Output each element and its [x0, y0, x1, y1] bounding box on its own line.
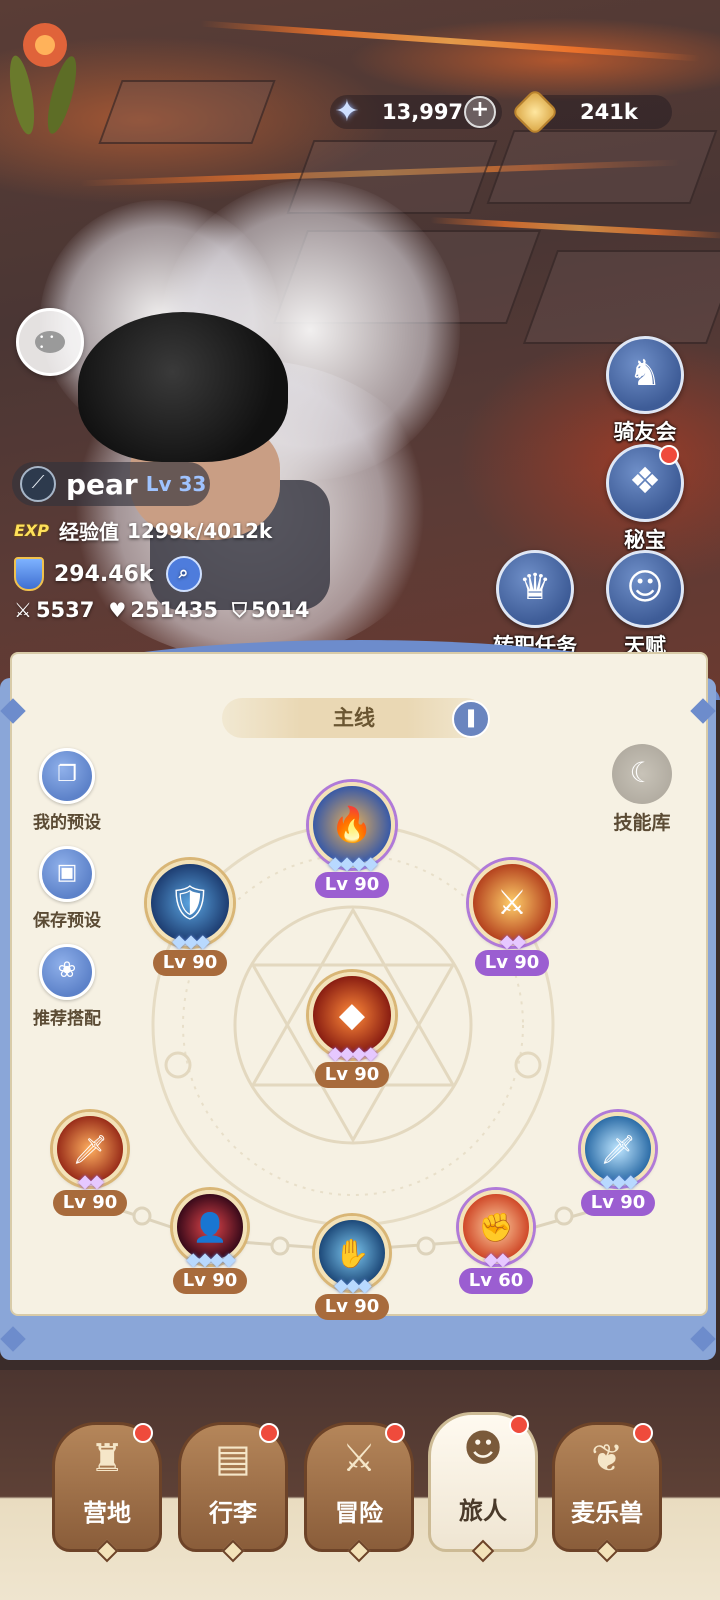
notification-dot [385, 1423, 405, 1443]
skill-level: Lv 90 [474, 950, 550, 976]
nav-pets-label: 麦乐兽 [571, 1499, 643, 1527]
skill-level: Lv 60 [458, 1268, 534, 1294]
exp-label: 经验值 [59, 520, 119, 544]
my-preset-button[interactable]: ❐ 我的预设 [17, 748, 117, 833]
coin-icon [510, 87, 560, 137]
skill-slot-passive-3[interactable]: ✋ ◆◆◆ Lv 90 [302, 1216, 402, 1320]
skill-library-label: 技能库 [613, 812, 671, 834]
skill-level: Lv 90 [314, 872, 390, 898]
preset-cards-icon: ❐ [39, 748, 95, 804]
skill-level: Lv 90 [314, 1294, 390, 1320]
coin-count: 241k [580, 100, 638, 124]
notification-dot [133, 1423, 153, 1443]
notification-dot [659, 445, 679, 465]
treasure-chest-icon: ❖ [606, 444, 684, 522]
skill-slot-passive-2[interactable]: 👤 ◆◆◆◆ Lv 90 [160, 1190, 260, 1294]
save-preset-button[interactable]: ▣ 保存预设 [17, 846, 117, 931]
compass-class-icon: ⟋ [20, 466, 56, 502]
skill-slot-passive-5[interactable]: 🗡 ◆◆◆ Lv 90 [568, 1112, 668, 1216]
gem-currency: ✦ 13,997 + [330, 94, 502, 130]
crown-icon: ♛ [496, 550, 574, 628]
horse-icon: ♞ [606, 336, 684, 414]
skill-level: Lv 90 [172, 1268, 248, 1294]
mount-club-button[interactable]: ♞ 骑友会 [600, 336, 690, 446]
plant-decoration [9, 23, 77, 135]
combat-power-icon [14, 557, 44, 591]
skill-slot-upper-right[interactable]: ⚔ ◆◆ Lv 90 [462, 860, 562, 976]
skill-stars: ◆◆ [484, 1249, 510, 1270]
skill-slot-passive-1[interactable]: 🗡 ◆◆ Lv 90 [40, 1112, 140, 1216]
brain-head-icon: ☺ [606, 550, 684, 628]
skill-stars: ◆◆◆◆ [328, 853, 377, 874]
skill-stars: ◆◆◆ [600, 1171, 638, 1192]
skill-slot-upper-left[interactable]: 🛡 ◆◆◆ Lv 90 [140, 860, 240, 976]
skill-level: Lv 90 [52, 1190, 128, 1216]
exp-icon: EXP [14, 521, 49, 540]
exp-row: EXP 经验值 1299k/4012k [14, 516, 272, 545]
skill-stars: ◆◆◆ [172, 931, 210, 952]
player-name-badge[interactable]: ⟋ pear Lv 33 [12, 462, 210, 506]
nav-traveler-label: 旅人 [459, 1497, 507, 1525]
player-level: Lv 33 [145, 472, 207, 496]
attack-swords-icon: ⚔ [14, 598, 32, 622]
recommended-setup-button[interactable]: ❀ 推荐搭配 [17, 944, 117, 1029]
skill-level: Lv 90 [580, 1190, 656, 1216]
skill-library-button[interactable]: ☾ 技能库 [592, 744, 692, 835]
mount-club-label: 骑友会 [613, 420, 677, 444]
skill-stars: ◆◆◆◆ [328, 1043, 377, 1064]
exp-value: 1299k/4012k [127, 518, 273, 543]
skill-stars: ◆◆◆ [334, 1275, 372, 1296]
skill-level: Lv 90 [152, 950, 228, 976]
nav-camp-label: 营地 [83, 1499, 131, 1527]
skill-stars: ◆◆ [78, 1171, 104, 1192]
book-info-icon[interactable]: ❚ [452, 700, 490, 738]
combat-power-value: 294.46k [54, 561, 154, 587]
power-detail-search-button[interactable]: ⌕ [165, 556, 202, 592]
recommend-circles-icon: ❀ [39, 944, 95, 1000]
skill-slot-top[interactable]: 🔥 ◆◆◆◆ Lv 90 [302, 782, 402, 898]
tab-main-line[interactable]: 主线 [222, 698, 486, 738]
tab-main-line-label: 主线 [333, 706, 375, 730]
recommended-setup-label: 推荐搭配 [33, 1009, 101, 1029]
save-preset-label: 保存预设 [33, 911, 101, 931]
chat-button[interactable] [16, 308, 84, 376]
skill-library-moon-icon: ☾ [612, 744, 672, 804]
notification-dot [259, 1423, 279, 1443]
gem-icon: ✦ [334, 94, 360, 129]
chat-bubble-icon [35, 331, 65, 353]
skill-stars: ◆◆◆◆ [186, 1249, 235, 1270]
coin-currency: 241k [510, 87, 672, 137]
nav-camp[interactable]: ♜ 营地 [52, 1422, 162, 1563]
nav-traveler[interactable]: ☻ 旅人 [428, 1412, 538, 1563]
defense-value: 5014 [251, 598, 310, 622]
notification-dot [509, 1415, 529, 1435]
skill-slot-center[interactable]: ◆ ◆◆◆◆ Lv 90 [302, 972, 402, 1088]
nav-luggage[interactable]: ▤ 行李 [178, 1422, 288, 1563]
nav-luggage-label: 行李 [209, 1499, 257, 1527]
heart-icon: ♥ [108, 598, 127, 622]
nav-adventure-label: 冒险 [335, 1499, 383, 1527]
skill-level: Lv 90 [314, 1062, 390, 1088]
stats-row: ⚔ 5537 ♥ 251435 ⛉ 5014 [14, 598, 309, 622]
hp-value: 251435 [130, 598, 218, 622]
nav-pets[interactable]: ❦ 麦乐兽 [552, 1422, 662, 1563]
skill-slot-passive-4[interactable]: ✊ ◆◆ Lv 60 [446, 1190, 546, 1294]
defense-shield-icon: ⛉ [232, 598, 247, 622]
combat-power-row: 294.46k ⌕ [14, 556, 202, 592]
save-disk-icon: ▣ [39, 846, 95, 902]
gem-count: 13,997 [382, 100, 464, 124]
character-hat [78, 312, 288, 462]
nav-adventure[interactable]: ⚔ 冒险 [304, 1422, 414, 1563]
my-preset-label: 我的预设 [33, 813, 101, 833]
player-name: pear [66, 467, 138, 501]
notification-dot [633, 1423, 653, 1443]
add-gems-button[interactable]: + [464, 96, 496, 128]
skill-stars: ◆◆ [500, 931, 526, 952]
attack-value: 5537 [35, 598, 95, 622]
treasure-button[interactable]: ❖ 秘宝 [600, 444, 690, 554]
